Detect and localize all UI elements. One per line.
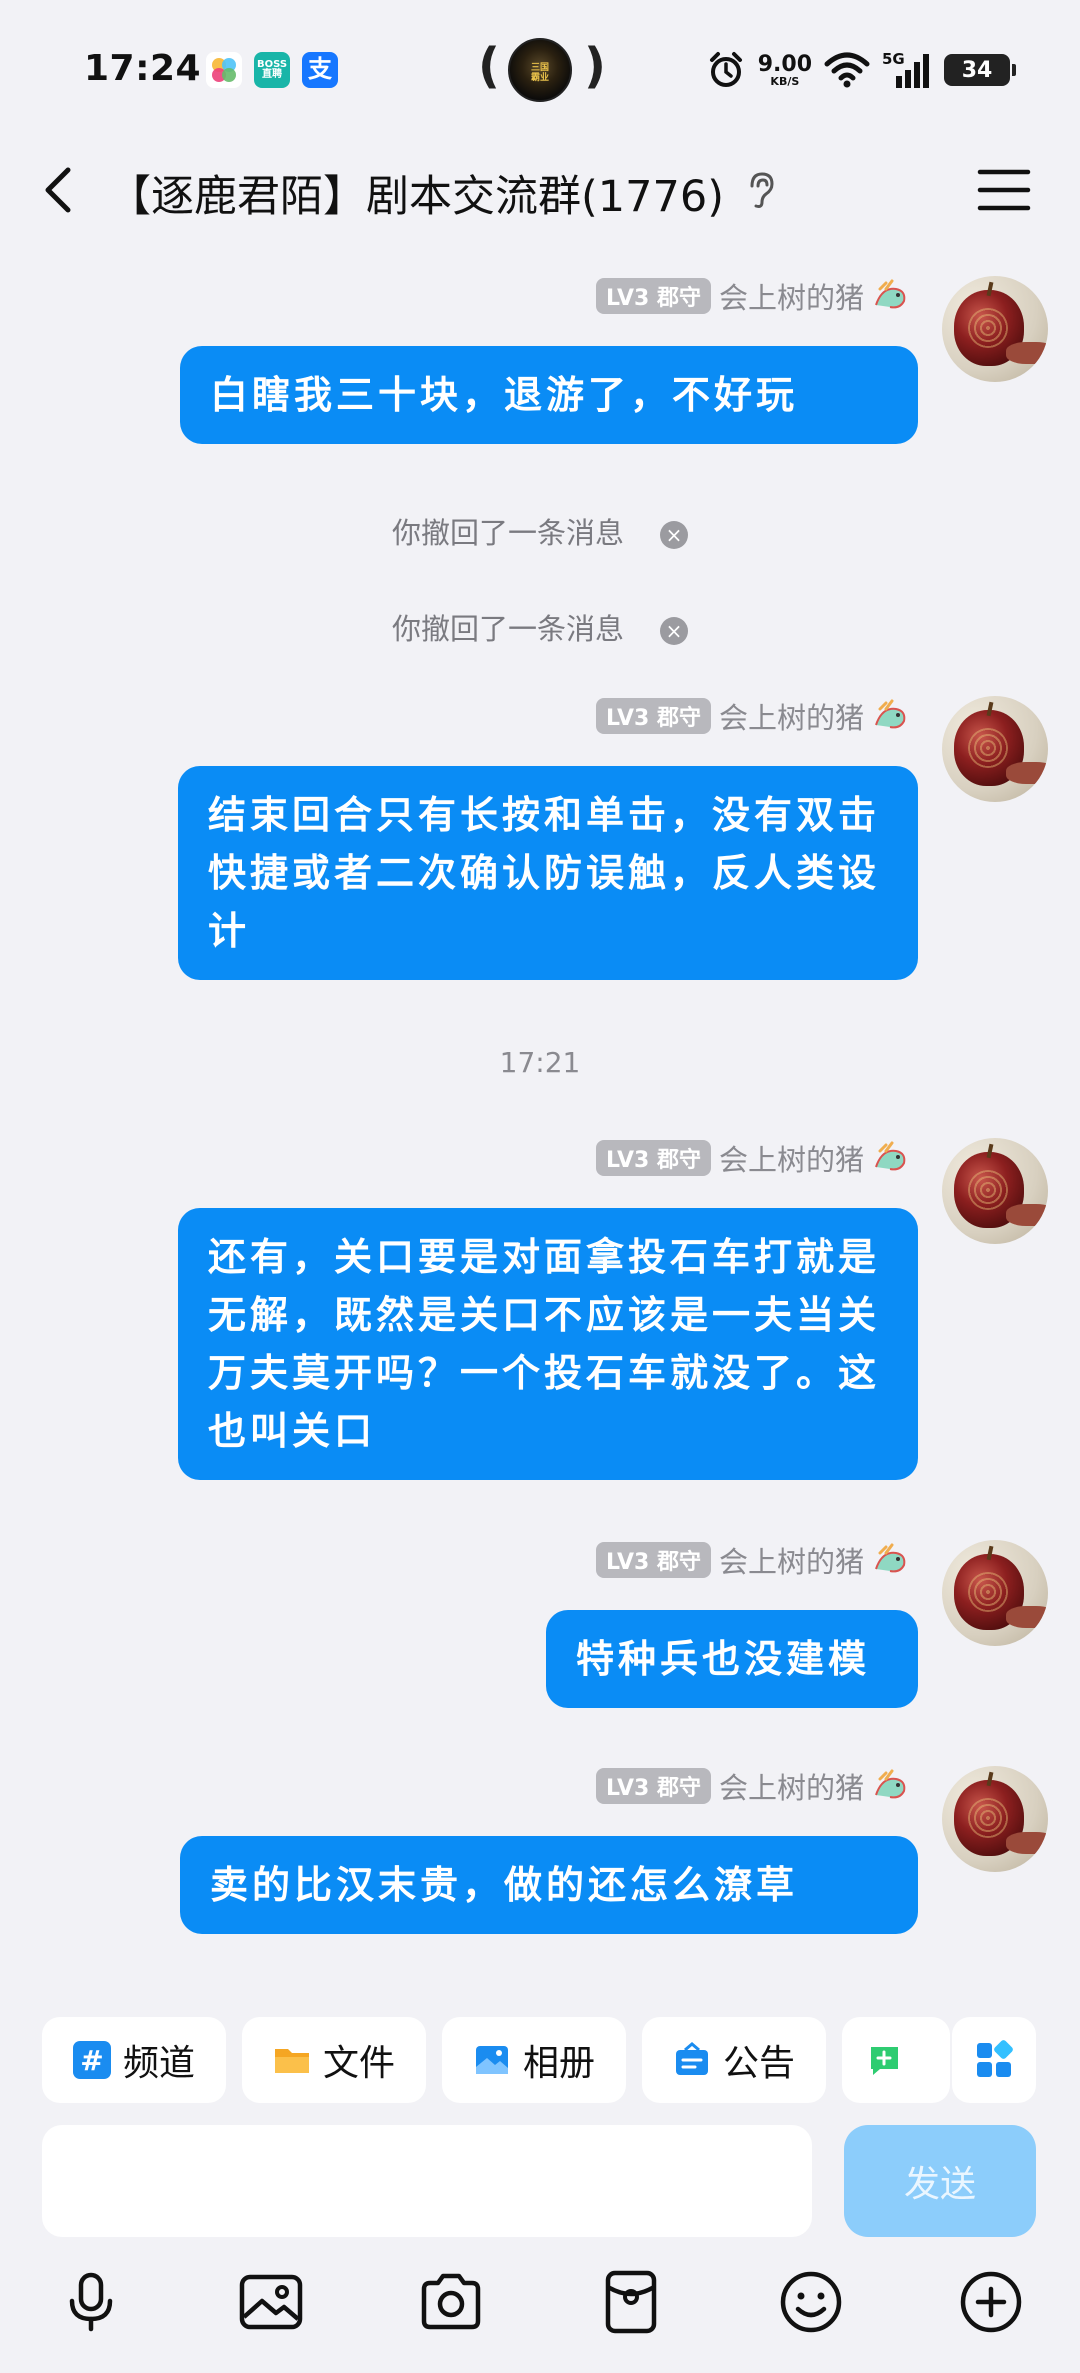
album-button[interactable]: 相册	[442, 2017, 626, 2103]
message-meta: LV3 郡守 会上树的猪	[596, 1766, 910, 1806]
sender-nickname[interactable]: 会上树的猪	[719, 275, 864, 317]
status-time: 17:24	[84, 48, 202, 89]
photos-app-icon	[206, 52, 242, 88]
hashtag-icon: #	[72, 2041, 111, 2079]
message-bubble[interactable]: 结束回合只有长按和单击，没有双击快捷或者二次确认防误触，反人类设计	[178, 766, 918, 980]
files-label: 文件	[322, 2043, 395, 2084]
message-bubble[interactable]: 卖的比汉末贵，做的还怎么潦草	[180, 1836, 918, 1934]
dragon-badge-icon	[875, 1141, 906, 1171]
avatar[interactable]	[942, 276, 1048, 382]
level-badge: LV3 郡守	[596, 698, 711, 734]
dragon-badge-icon	[875, 279, 906, 309]
wifi-icon	[824, 52, 870, 88]
apps-button[interactable]	[952, 2017, 1036, 2103]
red-packet-icon[interactable]	[596, 2267, 666, 2337]
status-indicators: 9.00 KB/S 5G 34	[706, 44, 1016, 96]
close-icon[interactable]: ×	[660, 521, 688, 549]
image-icon[interactable]	[236, 2267, 306, 2337]
chat-header: 【逐鹿君陌】剧本交流群(1776)	[0, 140, 1080, 240]
album-icon	[475, 2046, 508, 2074]
camera-icon[interactable]	[416, 2267, 486, 2337]
message-meta: LV3 郡守 会上树的猪	[596, 1540, 910, 1580]
sender-nickname[interactable]: 会上树的猪	[719, 695, 864, 737]
plus-icon[interactable]	[956, 2267, 1026, 2337]
ear-icon[interactable]	[740, 168, 784, 212]
level-badge: LV3 郡守	[596, 1542, 711, 1578]
album-label: 相册	[522, 2043, 595, 2084]
cell-signal-icon	[896, 54, 929, 88]
dragon-badge-icon	[875, 1769, 906, 1799]
status-bar: 17:24 BOSS 直聘 支 ( 三国 霸业 ) 9.00 KB/S 5G 3…	[0, 0, 1080, 140]
game-live-icon: 三国 霸业	[508, 38, 572, 102]
sender-nickname[interactable]: 会上树的猪	[719, 1137, 864, 1179]
level-badge: LV3 郡守	[596, 1768, 711, 1804]
system-notice: 你撤回了一条消息 ×	[0, 510, 1080, 552]
recall-notice-text: 你撤回了一条消息	[391, 612, 624, 646]
avatar[interactable]	[942, 1766, 1048, 1872]
channel-label: 频道	[122, 2043, 195, 2084]
level-badge: LV3 郡守	[596, 278, 711, 314]
message-timestamp: 17:21	[499, 1046, 581, 1079]
chat-message-list[interactable]: LV3 郡守 会上树的猪 白瞎我三十块，退游了，不好玩 你撤回了一条消息 × 你撤…	[0, 240, 1080, 1995]
close-icon[interactable]: ×	[660, 617, 688, 645]
message-input[interactable]	[42, 2125, 812, 2237]
send-button[interactable]: 发送	[844, 2125, 1036, 2237]
live-activity[interactable]: ( 三国 霸业 )	[478, 36, 606, 104]
alipay-app-icon: 支	[302, 52, 338, 88]
back-button[interactable]	[30, 160, 90, 220]
sender-nickname[interactable]: 会上树的猪	[719, 1539, 864, 1581]
dragon-badge-icon	[875, 1543, 906, 1573]
message-meta: LV3 郡守 会上树的猪	[596, 1138, 910, 1178]
battery-indicator: 34	[944, 54, 1016, 86]
sender-nickname[interactable]: 会上树的猪	[719, 1765, 864, 1807]
announcement-label: 公告	[722, 2043, 795, 2084]
signal-indicator: 5G	[882, 50, 932, 90]
add-message-icon	[871, 2047, 898, 2075]
recall-notice-text: 你撤回了一条消息	[391, 516, 624, 550]
message-bubble[interactable]: 特种兵也没建模	[546, 1610, 918, 1708]
announcement-button[interactable]: 公告	[642, 2017, 826, 2103]
composer: 发送	[0, 2125, 1080, 2245]
message-bubble[interactable]: 还有，关口要是对面拿投石车打就是无解，既然是关口不应该是一夫当关万夫莫开吗？一个…	[178, 1208, 918, 1480]
message-meta: LV3 郡守 会上树的猪	[596, 276, 910, 316]
announcement-icon	[675, 2042, 708, 2075]
avatar[interactable]	[942, 696, 1048, 802]
network-speed: 9.00 KB/S	[757, 51, 812, 88]
folder-icon	[274, 2049, 309, 2073]
system-notice: 你撤回了一条消息 ×	[0, 606, 1080, 648]
alarm-icon	[709, 52, 742, 87]
group-title[interactable]: 【逐鹿君陌】剧本交流群(1776)	[108, 162, 724, 224]
message-meta: LV3 郡守 会上树的猪	[596, 696, 910, 736]
apps-grid-icon	[977, 2040, 1013, 2077]
emoji-icon[interactable]	[776, 2267, 846, 2337]
boss-zhipin-app-icon: BOSS 直聘	[254, 52, 290, 88]
composer-toolbar	[0, 2245, 1080, 2373]
menu-button[interactable]	[974, 162, 1034, 218]
message-bubble[interactable]: 白瞎我三十块，退游了，不好玩	[180, 346, 918, 444]
avatar[interactable]	[942, 1138, 1048, 1244]
files-button[interactable]: 文件	[242, 2017, 426, 2103]
microphone-icon[interactable]	[56, 2267, 126, 2337]
channel-button[interactable]: # 频道	[42, 2017, 226, 2103]
level-badge: LV3 郡守	[596, 1140, 711, 1176]
avatar[interactable]	[942, 1540, 1048, 1646]
more-chip-partial[interactable]	[842, 2017, 950, 2103]
quick-action-bar[interactable]: # 频道 文件 相册 公告	[0, 1995, 1080, 2125]
dragon-badge-icon	[875, 699, 906, 729]
